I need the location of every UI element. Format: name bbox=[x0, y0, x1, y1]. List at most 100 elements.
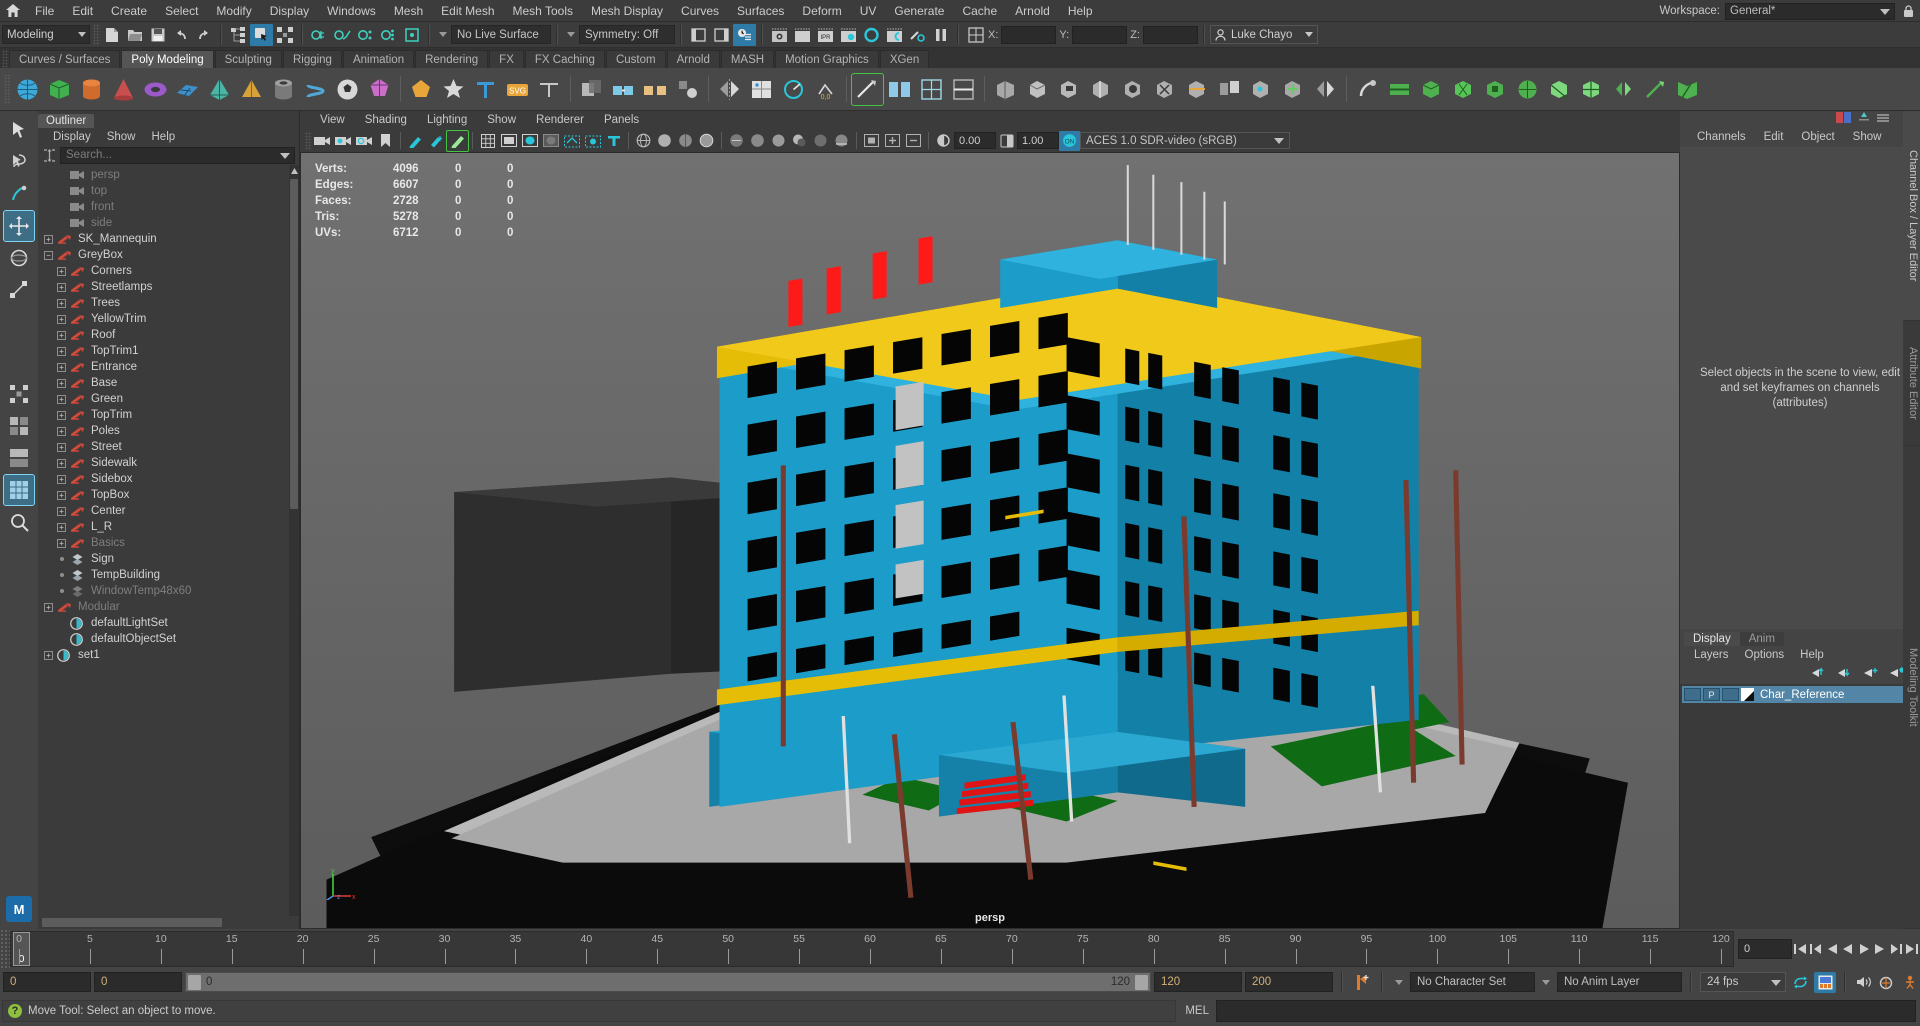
outliner-item-street[interactable]: + Street bbox=[38, 439, 299, 455]
rotate-tool[interactable] bbox=[4, 243, 34, 273]
shadows-icon[interactable] bbox=[789, 131, 810, 151]
range-right-handle[interactable] bbox=[1134, 973, 1149, 991]
snap-to-projected-center-button[interactable] bbox=[377, 24, 400, 46]
two-sided-lighting-icon[interactable] bbox=[768, 131, 789, 151]
shelf-tab-animation[interactable]: Animation bbox=[342, 50, 415, 68]
remesh-icon[interactable] bbox=[1448, 74, 1479, 105]
outliner-item-sidebox[interactable]: + Sidebox bbox=[38, 471, 299, 487]
loop-playback-icon[interactable] bbox=[1789, 972, 1811, 993]
isolate-select-icon[interactable] bbox=[861, 131, 882, 151]
viewport-drag-handle[interactable] bbox=[305, 131, 312, 150]
outliner-item-toptrim[interactable]: + TopTrim bbox=[38, 407, 299, 423]
paint-select-tool[interactable] bbox=[4, 179, 34, 209]
smooth-icon[interactable] bbox=[672, 74, 703, 105]
polygon-plane-icon[interactable] bbox=[172, 74, 203, 105]
anim-layer-menu-arrow[interactable] bbox=[1542, 979, 1550, 985]
home-icon[interactable] bbox=[0, 0, 26, 22]
motion-blur-icon[interactable] bbox=[831, 131, 852, 151]
render-settings-button[interactable] bbox=[837, 24, 860, 46]
perspective-viewport[interactable]: Verts: 4096 0 0 Edges: 6607 0 0 Faces: 2728 0 0 Tris… bbox=[300, 152, 1680, 929]
texture-shading-icon[interactable] bbox=[726, 131, 747, 151]
outliner-item-sign[interactable]: Sign bbox=[38, 551, 299, 567]
mel-command-input[interactable] bbox=[1216, 999, 1916, 1022]
fill-hole-icon[interactable] bbox=[1672, 74, 1703, 105]
channelbox-menu-edit[interactable]: Edit bbox=[1755, 131, 1793, 143]
shelf-tab-fx-caching[interactable]: FX Caching bbox=[524, 50, 605, 68]
isolate-remove-icon[interactable] bbox=[903, 131, 924, 151]
extract-icon[interactable] bbox=[1214, 74, 1245, 105]
display-layer-list[interactable]: P Char_Reference bbox=[1680, 684, 1920, 917]
channelbox-menu-object[interactable]: Object bbox=[1792, 131, 1843, 143]
expander-plus-icon[interactable]: + bbox=[57, 378, 66, 388]
target-weld-icon[interactable] bbox=[884, 74, 915, 105]
outliner-item-streetlamps[interactable]: + Streetlamps bbox=[38, 279, 299, 295]
expander-plus-icon[interactable]: + bbox=[57, 362, 66, 372]
menu-arnold[interactable]: Arnold bbox=[1006, 0, 1059, 22]
reduce-icon[interactable] bbox=[1416, 74, 1447, 105]
xray-joints-icon[interactable] bbox=[582, 131, 603, 151]
expander-plus-icon[interactable]: + bbox=[57, 394, 66, 404]
boolean-icon[interactable] bbox=[576, 74, 607, 105]
toolbar-drag-handle[interactable] bbox=[93, 23, 100, 46]
menu-cache[interactable]: Cache bbox=[953, 0, 1006, 22]
outliner-item-defaultlightset[interactable]: defaultLightSet bbox=[38, 615, 299, 631]
scale-tool[interactable] bbox=[4, 275, 34, 305]
grid-toggle-icon[interactable] bbox=[477, 131, 498, 151]
fps-select[interactable]: 24 fps bbox=[1700, 972, 1786, 992]
menu-uv[interactable]: UV bbox=[851, 0, 886, 22]
scroll-up-icon[interactable] bbox=[290, 166, 298, 176]
range-left-handle[interactable] bbox=[187, 973, 202, 991]
play-forwards-icon[interactable] bbox=[1856, 939, 1872, 959]
select-tool[interactable] bbox=[4, 115, 34, 145]
grease-pencil-tool-icon[interactable] bbox=[446, 129, 469, 152]
xray-icon[interactable] bbox=[561, 131, 582, 151]
menu-mesh[interactable]: Mesh bbox=[385, 0, 432, 22]
shelf-tab-custom[interactable]: Custom bbox=[605, 50, 666, 68]
bridge-icon[interactable] bbox=[1054, 74, 1085, 105]
menu-deform[interactable]: Deform bbox=[793, 0, 850, 22]
menu-help[interactable]: Help bbox=[1059, 0, 1102, 22]
layer-list-scrollbar[interactable] bbox=[1680, 917, 1920, 929]
grease-pencil-frame-icon[interactable] bbox=[426, 131, 447, 151]
merge-icon[interactable] bbox=[1246, 74, 1277, 105]
coord-field-y[interactable] bbox=[1072, 25, 1128, 44]
select-camera-icon[interactable] bbox=[312, 131, 333, 151]
exposure-field[interactable]: 0.00 bbox=[954, 132, 996, 149]
shelf-tab-poly-modeling[interactable]: Poly Modeling bbox=[121, 50, 214, 68]
time-slider[interactable]: 0 0 5 10 15 20 25 30 35 40 45 50 55 60 65 70 75 80 85 90 95… bbox=[10, 931, 1734, 967]
new-scene-button[interactable] bbox=[100, 24, 123, 46]
menu-windows[interactable]: Windows bbox=[318, 0, 385, 22]
search-icon[interactable] bbox=[4, 507, 34, 537]
extrude-icon[interactable] bbox=[990, 74, 1021, 105]
vtab-channel-box-layer-editor[interactable]: Channel Box / Layer Editor bbox=[1903, 111, 1920, 321]
shelf-tab-motion-graphics[interactable]: Motion Graphics bbox=[775, 50, 879, 68]
outliner-item-front[interactable]: front bbox=[38, 199, 299, 215]
menu-edit-mesh[interactable]: Edit Mesh bbox=[432, 0, 503, 22]
menu-surfaces[interactable]: Surfaces bbox=[728, 0, 793, 22]
transform-component-icon[interactable] bbox=[1278, 74, 1309, 105]
resolution-gate-icon[interactable] bbox=[519, 131, 540, 151]
symmetry-menu-arrow[interactable] bbox=[567, 32, 575, 37]
collapse-icon[interactable] bbox=[1150, 74, 1181, 105]
anim-end-field[interactable]: 120 bbox=[1154, 972, 1242, 992]
outliner-item-entrance[interactable]: + Entrance bbox=[38, 359, 299, 375]
polygon-prism-icon[interactable] bbox=[204, 74, 235, 105]
shelf-tab-rendering[interactable]: Rendering bbox=[415, 50, 489, 68]
tab-display-layers[interactable]: Display bbox=[1684, 632, 1740, 646]
go-to-start-icon[interactable] bbox=[1792, 939, 1808, 959]
film-gate-icon[interactable] bbox=[498, 131, 519, 151]
color-management-select[interactable]: ACES 1.0 SDR-video (sRGB) bbox=[1080, 132, 1290, 149]
shelf-tab-xgen[interactable]: XGen bbox=[879, 50, 930, 68]
outliner-item-yellowtrim[interactable]: + YellowTrim bbox=[38, 311, 299, 327]
select-by-hierarchy-button[interactable] bbox=[227, 24, 250, 46]
expander-plus-icon[interactable]: + bbox=[57, 506, 66, 516]
channel-box-toggle-icon[interactable] bbox=[1836, 112, 1852, 126]
outliner-horizontal-scrollbar[interactable] bbox=[38, 916, 299, 929]
open-editor-right-button[interactable] bbox=[710, 24, 733, 46]
render-setup-button[interactable] bbox=[883, 24, 906, 46]
gamma-icon[interactable] bbox=[996, 131, 1017, 151]
measure-icon[interactable] bbox=[778, 74, 809, 105]
tab-outliner[interactable]: Outliner bbox=[38, 114, 95, 128]
add-selected-to-layer-icon[interactable] bbox=[1864, 666, 1880, 682]
ao-icon[interactable] bbox=[810, 131, 831, 151]
